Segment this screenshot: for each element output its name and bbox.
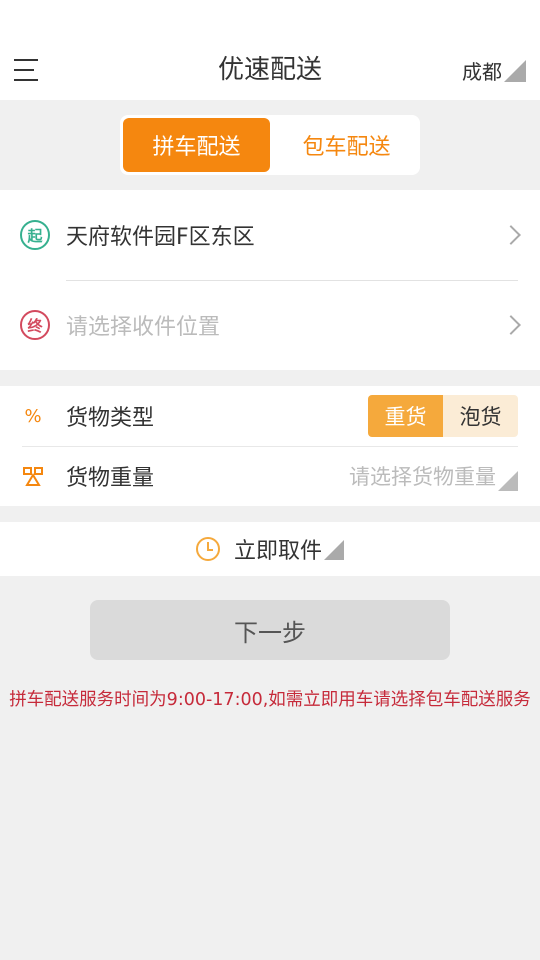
dropdown-triangle-icon [498, 471, 518, 491]
cargo-type-bulky[interactable]: 泡货 [443, 395, 518, 437]
clock-icon [195, 537, 220, 561]
divider [22, 446, 518, 447]
dropdown-triangle-icon [504, 60, 526, 82]
cargo-weight-select[interactable]: 请选择货物重量 [349, 461, 518, 491]
mode-section: 拼车配送 包车配送 [0, 100, 540, 190]
chevron-right-icon [501, 225, 521, 245]
chevron-right-icon [501, 315, 521, 335]
cargo-weight-label: 货物重量 [66, 466, 155, 491]
dropdown-triangle-icon [324, 540, 344, 560]
cargo-card: % 货物类型 重货 泡货 货物重量 请选择货物重量 [0, 386, 540, 506]
status-bar [0, 0, 540, 40]
end-location-icon: 终 [20, 310, 50, 340]
city-selector[interactable]: 成都 [462, 40, 526, 100]
scale-icon [22, 465, 44, 487]
percent-icon: % [24, 405, 42, 427]
start-location-icon: 起 [20, 220, 50, 250]
divider [66, 280, 518, 281]
pickup-time-selector[interactable]: 立即取件 [0, 522, 540, 576]
address-card: 起 天府软件园F区东区 终 请选择收件位置 [0, 190, 540, 370]
cargo-weight-row[interactable]: 货物重量 请选择货物重量 [0, 446, 540, 506]
start-address-text: 天府软件园F区东区 [66, 225, 255, 250]
cargo-type-heavy[interactable]: 重货 [368, 395, 443, 437]
cargo-weight-placeholder: 请选择货物重量 [349, 465, 496, 489]
page-title: 优速配送 [217, 55, 322, 85]
tab-charter-delivery[interactable]: 包车配送 [273, 115, 420, 175]
app-header: 优速配送 成都 [0, 40, 540, 100]
pickup-time-label: 立即取件 [233, 539, 322, 564]
cargo-type-row: % 货物类型 重货 泡货 [0, 386, 540, 446]
cargo-type-label: 货物类型 [66, 406, 155, 431]
end-address-row[interactable]: 终 请选择收件位置 [0, 280, 540, 370]
delivery-mode-toggle: 拼车配送 包车配送 [120, 115, 420, 175]
start-address-row[interactable]: 起 天府软件园F区东区 [0, 190, 540, 280]
tab-carpool-delivery[interactable]: 拼车配送 [123, 118, 270, 172]
cargo-type-toggle: 重货 泡货 [368, 395, 518, 437]
next-step-button[interactable]: 下一步 [90, 600, 450, 660]
city-label: 成都 [462, 59, 502, 84]
service-notice: 拼车配送服务时间为9:00-17:00,如需立即用车请选择包车配送服务 [9, 690, 531, 710]
end-address-placeholder: 请选择收件位置 [66, 315, 221, 340]
